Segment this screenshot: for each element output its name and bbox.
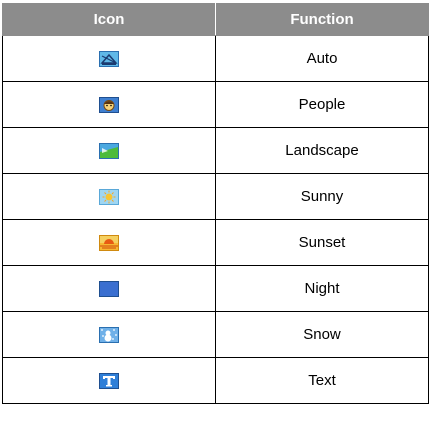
table-row: Snow [2,311,429,358]
function-cell: Sunset [215,219,429,266]
function-cell: Text [215,357,429,404]
landscape-scene-icon [99,143,119,160]
auto-scene-icon [99,51,119,68]
text-scene-icon [99,373,119,390]
snow-scene-icon [99,327,119,344]
function-cell: Auto [215,35,429,82]
function-cell: People [215,81,429,128]
table-row: Auto [2,35,429,82]
night-scene-icon [99,281,119,298]
table-row: Sunny [2,173,429,220]
table-row: Night [2,265,429,312]
sunset-scene-icon [99,235,119,252]
scene-mode-table: Icon Function Auto People Landscape Sunn… [2,3,429,404]
icon-column-header: Icon [2,3,216,36]
function-cell: Sunny [215,173,429,220]
function-cell: Night [215,265,429,312]
sunny-scene-icon [99,189,119,206]
people-scene-icon [99,97,119,114]
table-header-row: Icon Function [2,3,429,36]
table-row: Landscape [2,127,429,174]
table-row: Text [2,357,429,404]
table-row: People [2,81,429,128]
table-row: Sunset [2,219,429,266]
function-column-header: Function [215,3,429,36]
function-cell: Snow [215,311,429,358]
function-cell: Landscape [215,127,429,174]
